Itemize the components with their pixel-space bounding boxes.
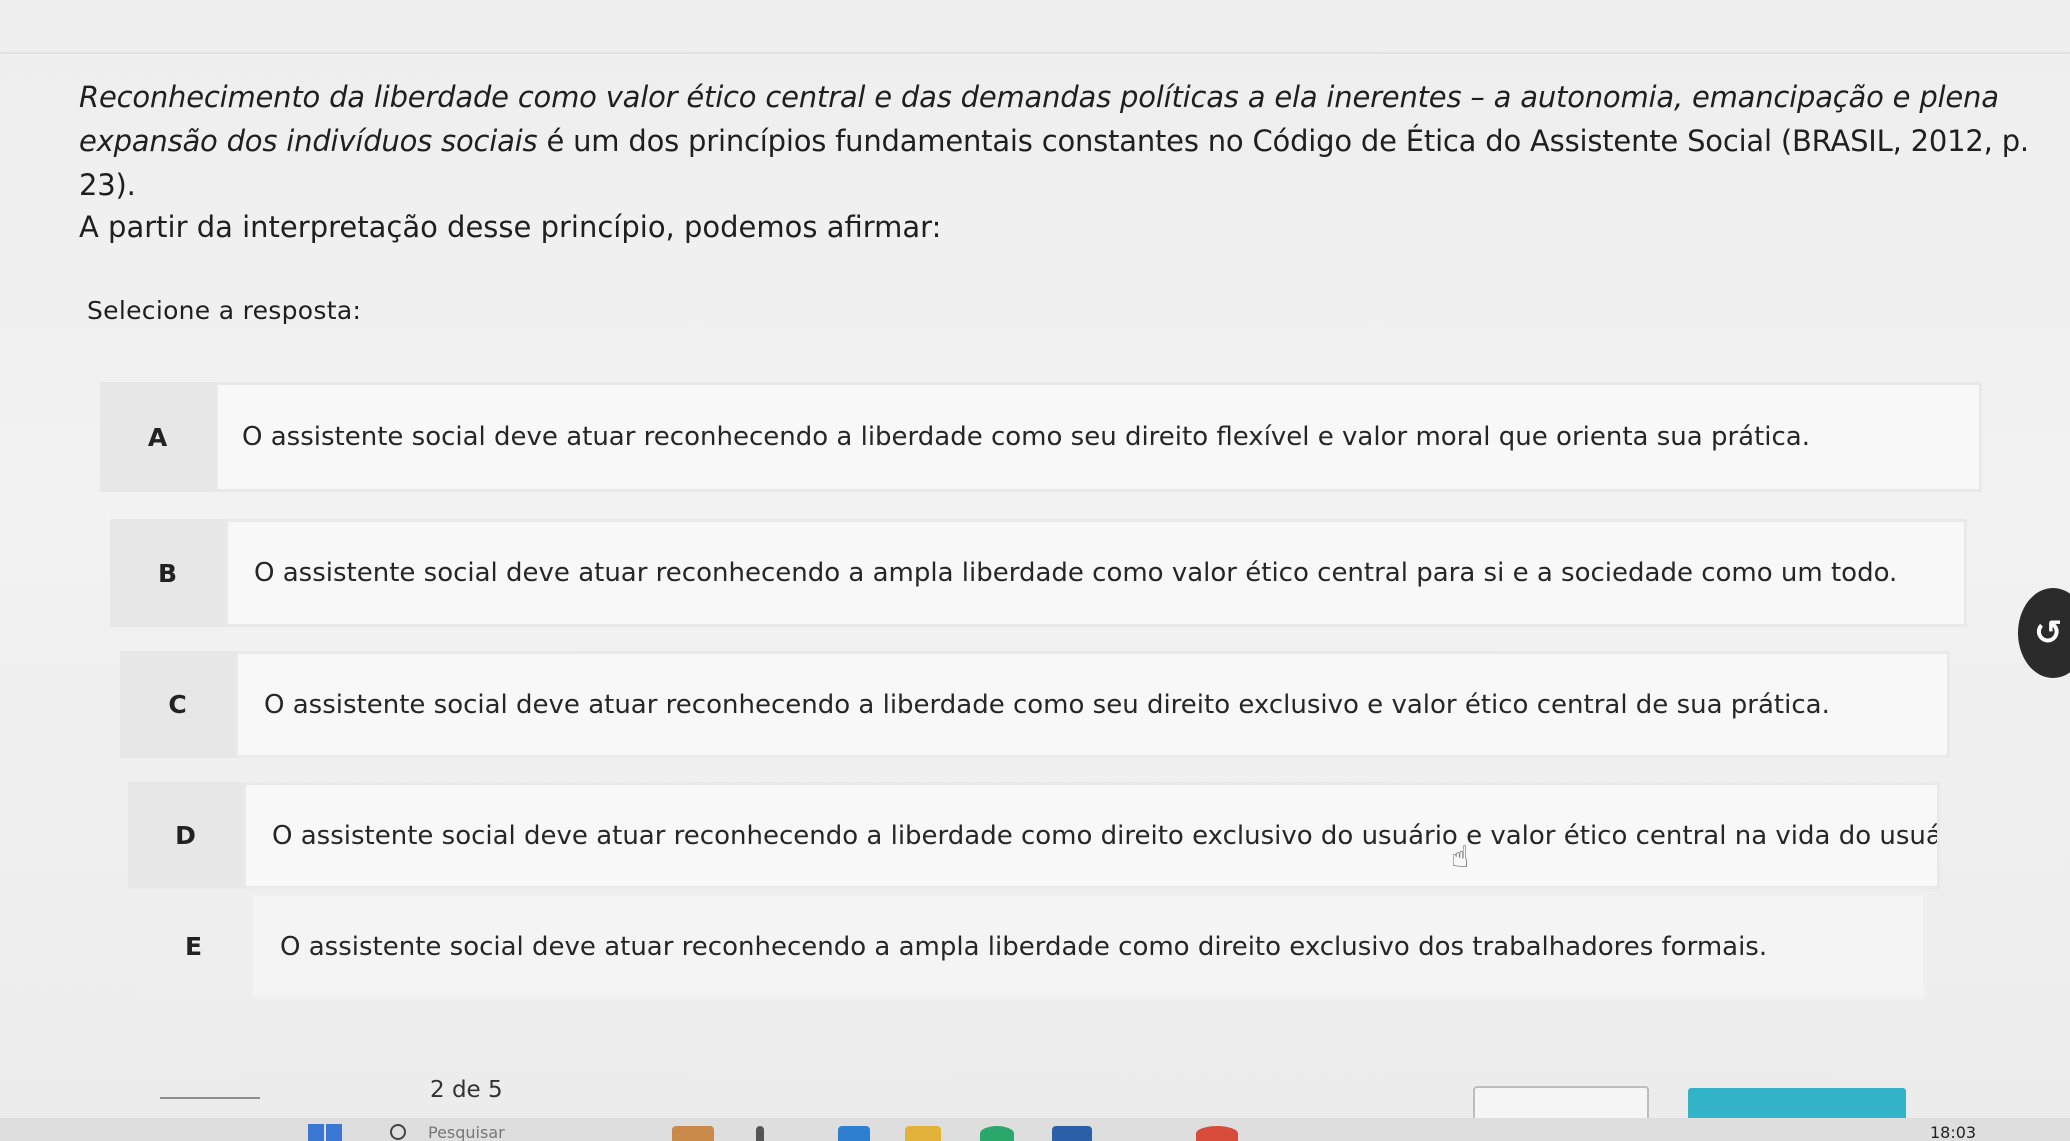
taskbar-search-input[interactable]: Pesquisar: [428, 1124, 505, 1141]
pager-divider: [160, 1097, 260, 1099]
floating-assistant-icon[interactable]: ↺: [2018, 588, 2070, 678]
question-statement: Reconhecimento da liberdade como valor é…: [79, 75, 2039, 207]
option-text: O assistente social deve atuar reconhece…: [225, 519, 1967, 627]
select-answer-label: Selecione a resposta:: [87, 296, 362, 325]
answer-option-e[interactable]: E O assistente social deve atuar reconhe…: [136, 893, 1926, 1000]
edge-browser-icon[interactable]: [980, 1126, 1014, 1141]
question-prompt: A partir da interpretação desse princípi…: [79, 210, 942, 244]
taskbar-app-icon[interactable]: [1052, 1126, 1092, 1141]
option-letter: D: [128, 782, 243, 889]
option-letter: C: [120, 651, 235, 758]
top-divider: [0, 52, 2070, 54]
option-letter: A: [100, 382, 215, 492]
option-text: O assistente social deve atuar reconhece…: [235, 651, 1950, 758]
page-indicator: 2 de 5: [430, 1077, 503, 1103]
folder-icon[interactable]: [905, 1126, 941, 1141]
hand-pointer-cursor-icon: ☝: [1451, 840, 1470, 875]
answer-option-a[interactable]: A O assistente social deve atuar reconhe…: [100, 382, 1982, 492]
taskbar-app-icon[interactable]: [672, 1126, 714, 1141]
option-letter: E: [136, 893, 251, 1000]
taskbar-app-icon[interactable]: [756, 1126, 764, 1141]
answer-option-c[interactable]: C O assistente social deve atuar reconhe…: [120, 651, 1950, 758]
windows-taskbar: Pesquisar 18:03: [0, 1118, 2070, 1141]
answer-option-b[interactable]: B O assistente social deve atuar reconhe…: [110, 519, 1967, 627]
answer-option-d[interactable]: D O assistente social deve atuar reconhe…: [128, 782, 1940, 889]
option-text: O assistente social deve atuar reconhece…: [215, 382, 1982, 492]
chrome-browser-icon[interactable]: [1196, 1126, 1238, 1141]
option-text: O assistente social deve atuar reconhece…: [243, 782, 1940, 889]
option-letter: B: [110, 519, 225, 627]
option-text: O assistente social deve atuar reconhece…: [251, 893, 1926, 1000]
taskbar-app-icon[interactable]: [838, 1126, 870, 1141]
taskbar-clock: 18:03: [1930, 1123, 1977, 1141]
windows-logo-icon[interactable]: [308, 1124, 342, 1141]
search-icon[interactable]: [390, 1124, 406, 1140]
